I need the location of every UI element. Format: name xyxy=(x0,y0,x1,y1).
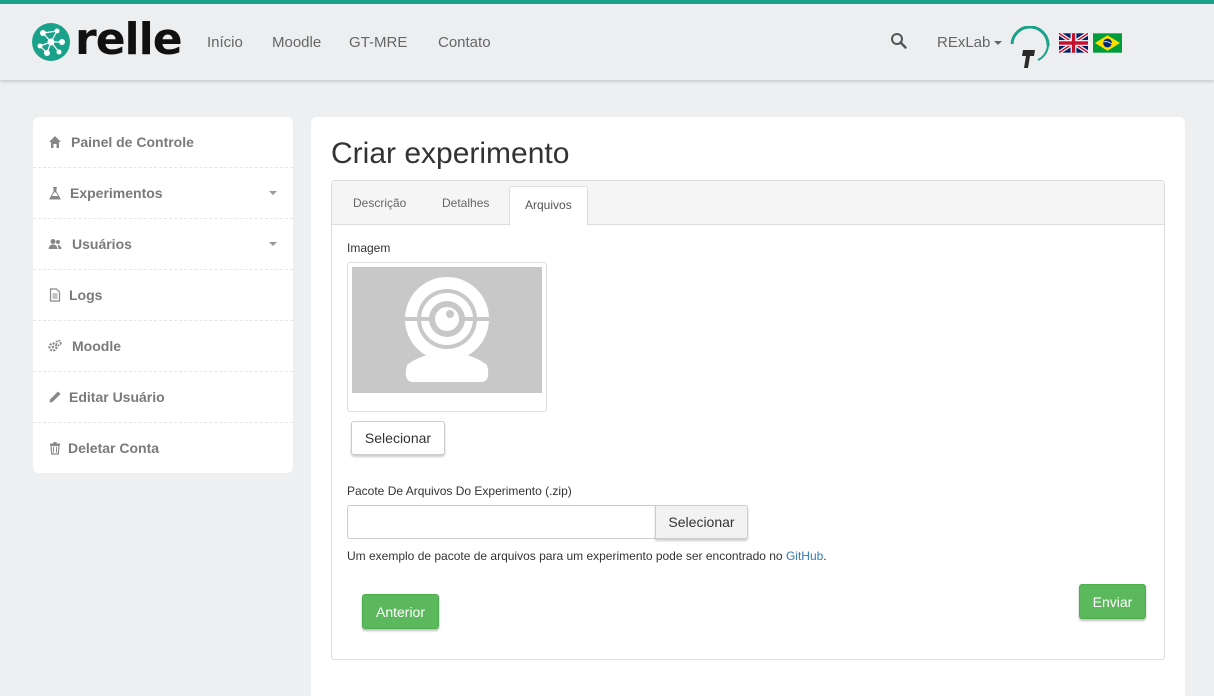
tab-arquivos[interactable]: Arquivos xyxy=(509,186,588,226)
caret-down-icon xyxy=(269,242,277,246)
select-package-button[interactable]: Selecionar xyxy=(655,505,748,539)
sidebar-item-logs[interactable]: Logs xyxy=(33,270,293,321)
relle-logo[interactable]: relle xyxy=(31,14,183,65)
submit-button[interactable]: Enviar xyxy=(1079,584,1146,619)
sidebar-item-label: Usuários xyxy=(72,236,132,252)
hint-text: Um exemplo de pacote de arquivos para um… xyxy=(347,549,786,563)
rexlab-logo-icon xyxy=(1010,26,1050,68)
uk-flag-icon[interactable] xyxy=(1059,33,1088,53)
package-hint: Um exemplo de pacote de arquivos para um… xyxy=(347,549,827,563)
pencil-icon xyxy=(49,391,61,403)
user-name: RExLab xyxy=(937,34,991,51)
caret-down-icon xyxy=(994,41,1003,46)
sidebar-item-experimentos[interactable]: Experimentos xyxy=(33,168,293,219)
sidebar-item-label: Logs xyxy=(69,287,103,303)
brazil-flag-icon[interactable] xyxy=(1093,33,1122,53)
home-icon xyxy=(49,136,61,148)
hint-end: . xyxy=(823,549,827,563)
brand-name: relle xyxy=(75,14,183,65)
github-link[interactable]: GitHub xyxy=(786,549,823,563)
nav-link-moodle[interactable]: Moodle xyxy=(272,34,321,52)
webcam-icon xyxy=(405,277,489,382)
select-image-button[interactable]: Selecionar xyxy=(351,421,445,455)
nav-link-gt-mre[interactable]: GT-MRE xyxy=(349,34,407,52)
tab-descricao[interactable]: Descrição xyxy=(353,196,406,210)
tab-container: Descrição Detalhes Arquivos Imagem Selec… xyxy=(331,180,1165,660)
package-label: Pacote De Arquivos Do Experimento (.zip) xyxy=(347,484,572,498)
tab-bar: Descrição Detalhes Arquivos xyxy=(332,181,1164,226)
file-icon xyxy=(49,288,61,302)
sidebar-item-deletar-conta[interactable]: Deletar Conta xyxy=(33,423,293,474)
sidebar-item-painel-de-controle[interactable]: Painel de Controle xyxy=(33,117,293,168)
previous-button[interactable]: Anterior xyxy=(362,594,439,629)
sidebar-item-label: Painel de Controle xyxy=(71,134,194,150)
sidebar-item-usuarios[interactable]: Usuários xyxy=(33,219,293,270)
sidebar-item-moodle[interactable]: Moodle xyxy=(33,321,293,372)
top-navbar: relle Início Moodle GT-MRE Contato RExLa… xyxy=(0,0,1214,80)
tab-detalhes[interactable]: Detalhes xyxy=(442,196,489,210)
sidebar: Painel de Controle Experimentos Usuários… xyxy=(33,117,293,473)
search-icon[interactable] xyxy=(890,32,908,50)
user-dropdown[interactable]: RExLab xyxy=(937,34,1003,52)
flask-icon xyxy=(49,187,61,200)
image-placeholder xyxy=(352,267,542,393)
trash-icon xyxy=(50,442,60,455)
sidebar-item-label: Editar Usuário xyxy=(69,389,165,405)
logo-globe-icon xyxy=(32,23,70,61)
cogs-icon xyxy=(48,339,62,352)
sidebar-item-editar-usuario[interactable]: Editar Usuário xyxy=(33,372,293,423)
image-label: Imagem xyxy=(347,241,391,255)
sidebar-item-label: Moodle xyxy=(72,338,121,354)
package-file-input[interactable] xyxy=(347,505,656,539)
caret-down-icon xyxy=(269,191,277,195)
users-icon xyxy=(48,239,62,249)
sidebar-item-label: Experimentos xyxy=(70,185,163,201)
main-panel: Criar experimento Descrição Detalhes Arq… xyxy=(311,117,1185,696)
sidebar-item-label: Deletar Conta xyxy=(68,440,160,456)
page-title: Criar experimento xyxy=(331,137,570,170)
image-preview xyxy=(347,262,547,412)
nav-link-inicio[interactable]: Início xyxy=(207,34,243,52)
nav-link-contato[interactable]: Contato xyxy=(438,34,491,52)
